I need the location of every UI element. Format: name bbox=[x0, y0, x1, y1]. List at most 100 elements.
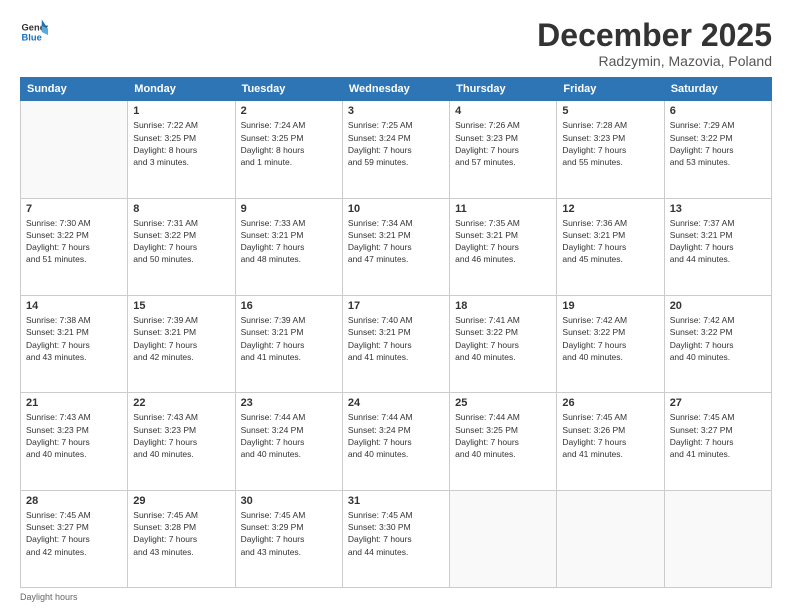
day-info: Sunrise: 7:24 AM Sunset: 3:25 PM Dayligh… bbox=[241, 119, 337, 168]
day-info: Sunrise: 7:26 AM Sunset: 3:23 PM Dayligh… bbox=[455, 119, 551, 168]
calendar-day-header: Monday bbox=[128, 78, 235, 101]
day-number: 6 bbox=[670, 105, 766, 117]
calendar-cell: 8Sunrise: 7:31 AM Sunset: 3:22 PM Daylig… bbox=[128, 198, 235, 295]
calendar-cell: 16Sunrise: 7:39 AM Sunset: 3:21 PM Dayli… bbox=[235, 295, 342, 392]
day-info: Sunrise: 7:44 AM Sunset: 3:24 PM Dayligh… bbox=[348, 411, 444, 460]
calendar-cell: 18 Sunrise: 7:41 AM Sunset: 3:22 PM Dayli… bbox=[450, 295, 557, 392]
calendar-cell: 23 Sunrise: 7:44 AM Sunset: 3:24 PM Dayli… bbox=[235, 393, 342, 490]
day-number: 3 bbox=[348, 105, 444, 117]
calendar-cell: 31Sunrise: 7:45 AM Sunset: 3:30 PM Dayli… bbox=[342, 490, 449, 587]
title-block: December 2025 Radzymin, Mazovia, Poland bbox=[537, 18, 772, 69]
page: General Blue December 2025 Radzymin, Maz… bbox=[0, 0, 792, 612]
calendar-cell: 5Sunrise: 7:28 AM Sunset: 3:23 PM Daylig… bbox=[557, 101, 664, 198]
day-number: 28 bbox=[26, 495, 122, 507]
calendar-cell: 14 Sunrise: 7:38 AM Sunset: 3:21 PM Dayli… bbox=[21, 295, 128, 392]
day-info: Sunrise: 7:34 AM Sunset: 3:21 PM Dayligh… bbox=[348, 217, 444, 266]
day-number: 13 bbox=[670, 203, 766, 215]
month-title: December 2025 bbox=[537, 18, 772, 53]
calendar-week-row: 21Sunrise: 7:43 AM Sunset: 3:23 PM Dayli… bbox=[21, 393, 772, 490]
day-info: Sunrise: 7:44 AM Sunset: 3:24 PM Dayligh… bbox=[241, 411, 337, 460]
logo-icon: General Blue bbox=[20, 18, 48, 46]
day-info: Sunrise: 7:42 AM Sunset: 3:22 PM Dayligh… bbox=[670, 314, 766, 363]
day-number: 9 bbox=[241, 203, 337, 215]
day-number: 7 bbox=[26, 203, 122, 215]
day-number: 29 bbox=[133, 495, 229, 507]
calendar-cell bbox=[450, 490, 557, 587]
day-info: Sunrise: 7:31 AM Sunset: 3:22 PM Dayligh… bbox=[133, 217, 229, 266]
day-number: 14 bbox=[26, 300, 122, 312]
calendar-table: SundayMondayTuesdayWednesdayThursdayFrid… bbox=[20, 77, 772, 588]
day-info: Sunrise: 7:38 AM Sunset: 3:21 PM Dayligh… bbox=[26, 314, 122, 363]
calendar-cell: 12Sunrise: 7:36 AM Sunset: 3:21 PM Dayli… bbox=[557, 198, 664, 295]
day-number: 18 bbox=[455, 300, 551, 312]
day-info: Sunrise: 7:37 AM Sunset: 3:21 PM Dayligh… bbox=[670, 217, 766, 266]
calendar-cell: 21Sunrise: 7:43 AM Sunset: 3:23 PM Dayli… bbox=[21, 393, 128, 490]
day-info: Sunrise: 7:30 AM Sunset: 3:22 PM Dayligh… bbox=[26, 217, 122, 266]
day-info: Sunrise: 7:28 AM Sunset: 3:23 PM Dayligh… bbox=[562, 119, 658, 168]
calendar-day-header: Saturday bbox=[664, 78, 771, 101]
calendar-cell: 30 Sunrise: 7:45 AM Sunset: 3:29 PM Dayli… bbox=[235, 490, 342, 587]
calendar-cell: 24 Sunrise: 7:44 AM Sunset: 3:24 PM Dayli… bbox=[342, 393, 449, 490]
calendar-day-header: Wednesday bbox=[342, 78, 449, 101]
day-number: 23 bbox=[241, 397, 337, 409]
calendar-cell: 6 Sunrise: 7:29 AM Sunset: 3:22 PM Daylig… bbox=[664, 101, 771, 198]
calendar-day-header: Sunday bbox=[21, 78, 128, 101]
day-info: Sunrise: 7:33 AM Sunset: 3:21 PM Dayligh… bbox=[241, 217, 337, 266]
calendar-header-row: SundayMondayTuesdayWednesdayThursdayFrid… bbox=[21, 78, 772, 101]
day-info: Sunrise: 7:36 AM Sunset: 3:21 PM Dayligh… bbox=[562, 217, 658, 266]
day-number: 10 bbox=[348, 203, 444, 215]
calendar-cell: 26Sunrise: 7:45 AM Sunset: 3:26 PM Dayli… bbox=[557, 393, 664, 490]
calendar-cell: 22 Sunrise: 7:43 AM Sunset: 3:23 PM Dayli… bbox=[128, 393, 235, 490]
day-number: 30 bbox=[241, 495, 337, 507]
calendar-cell: 1 Sunrise: 7:22 AM Sunset: 3:25 PM Daylig… bbox=[128, 101, 235, 198]
day-number: 1 bbox=[133, 105, 229, 117]
calendar-cell: 20 Sunrise: 7:42 AM Sunset: 3:22 PM Dayli… bbox=[664, 295, 771, 392]
day-number: 25 bbox=[455, 397, 551, 409]
day-info: Sunrise: 7:44 AM Sunset: 3:25 PM Dayligh… bbox=[455, 411, 551, 460]
day-info: Sunrise: 7:45 AM Sunset: 3:27 PM Dayligh… bbox=[670, 411, 766, 460]
day-number: 24 bbox=[348, 397, 444, 409]
calendar-cell: 25 Sunrise: 7:44 AM Sunset: 3:25 PM Dayli… bbox=[450, 393, 557, 490]
calendar-day-header: Thursday bbox=[450, 78, 557, 101]
calendar-cell bbox=[664, 490, 771, 587]
day-info: Sunrise: 7:41 AM Sunset: 3:22 PM Dayligh… bbox=[455, 314, 551, 363]
calendar-cell: 3 Sunrise: 7:25 AM Sunset: 3:24 PM Daylig… bbox=[342, 101, 449, 198]
day-number: 19 bbox=[562, 300, 658, 312]
calendar-week-row: 28 Sunrise: 7:45 AM Sunset: 3:27 PM Dayli… bbox=[21, 490, 772, 587]
day-number: 11 bbox=[455, 203, 551, 215]
calendar-cell: 2 Sunrise: 7:24 AM Sunset: 3:25 PM Daylig… bbox=[235, 101, 342, 198]
calendar-cell: 15Sunrise: 7:39 AM Sunset: 3:21 PM Dayli… bbox=[128, 295, 235, 392]
footer-note: Daylight hours bbox=[20, 592, 772, 602]
calendar-week-row: 1 Sunrise: 7:22 AM Sunset: 3:25 PM Daylig… bbox=[21, 101, 772, 198]
day-number: 20 bbox=[670, 300, 766, 312]
day-info: Sunrise: 7:43 AM Sunset: 3:23 PM Dayligh… bbox=[133, 411, 229, 460]
svg-text:Blue: Blue bbox=[22, 33, 42, 43]
calendar-cell: 19 Sunrise: 7:42 AM Sunset: 3:22 PM Dayli… bbox=[557, 295, 664, 392]
day-number: 22 bbox=[133, 397, 229, 409]
day-info: Sunrise: 7:25 AM Sunset: 3:24 PM Dayligh… bbox=[348, 119, 444, 168]
day-info: Sunrise: 7:43 AM Sunset: 3:23 PM Dayligh… bbox=[26, 411, 122, 460]
day-info: Sunrise: 7:22 AM Sunset: 3:25 PM Dayligh… bbox=[133, 119, 229, 168]
calendar-cell: 7 Sunrise: 7:30 AM Sunset: 3:22 PM Daylig… bbox=[21, 198, 128, 295]
calendar-cell: 28 Sunrise: 7:45 AM Sunset: 3:27 PM Dayli… bbox=[21, 490, 128, 587]
calendar-day-header: Tuesday bbox=[235, 78, 342, 101]
calendar-cell bbox=[557, 490, 664, 587]
calendar-day-header: Friday bbox=[557, 78, 664, 101]
calendar-cell: 17Sunrise: 7:40 AM Sunset: 3:21 PM Dayli… bbox=[342, 295, 449, 392]
day-number: 31 bbox=[348, 495, 444, 507]
day-number: 16 bbox=[241, 300, 337, 312]
header: General Blue December 2025 Radzymin, Maz… bbox=[20, 18, 772, 69]
day-number: 2 bbox=[241, 105, 337, 117]
day-info: Sunrise: 7:42 AM Sunset: 3:22 PM Dayligh… bbox=[562, 314, 658, 363]
day-number: 26 bbox=[562, 397, 658, 409]
calendar-week-row: 14 Sunrise: 7:38 AM Sunset: 3:21 PM Dayli… bbox=[21, 295, 772, 392]
day-number: 15 bbox=[133, 300, 229, 312]
day-info: Sunrise: 7:35 AM Sunset: 3:21 PM Dayligh… bbox=[455, 217, 551, 266]
calendar-cell: 27Sunrise: 7:45 AM Sunset: 3:27 PM Dayli… bbox=[664, 393, 771, 490]
calendar-cell: 11 Sunrise: 7:35 AM Sunset: 3:21 PM Dayli… bbox=[450, 198, 557, 295]
day-number: 4 bbox=[455, 105, 551, 117]
day-info: Sunrise: 7:45 AM Sunset: 3:29 PM Dayligh… bbox=[241, 509, 337, 558]
calendar-week-row: 7 Sunrise: 7:30 AM Sunset: 3:22 PM Daylig… bbox=[21, 198, 772, 295]
day-info: Sunrise: 7:29 AM Sunset: 3:22 PM Dayligh… bbox=[670, 119, 766, 168]
day-info: Sunrise: 7:45 AM Sunset: 3:27 PM Dayligh… bbox=[26, 509, 122, 558]
